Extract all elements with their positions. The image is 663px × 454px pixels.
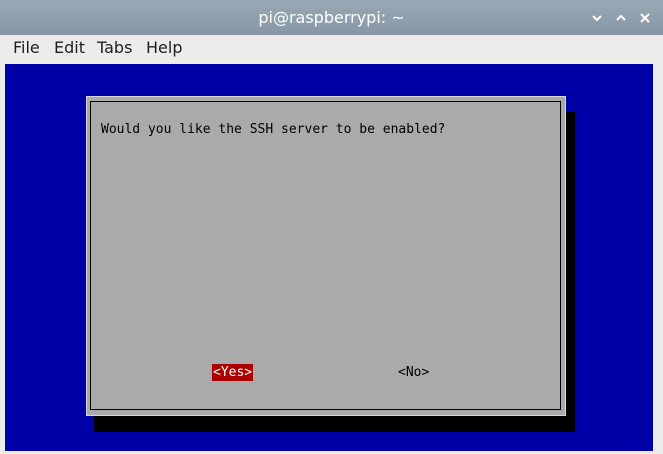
maximize-button[interactable]: [612, 9, 630, 27]
terminal-window: pi@raspberrypi: ~ File Edit Tabs Help Wo…: [0, 0, 663, 454]
menu-file[interactable]: File: [13, 35, 40, 61]
no-button[interactable]: <No>: [397, 364, 430, 381]
chevron-up-icon: [616, 14, 626, 21]
terminal-area[interactable]: Would you like the SSH server to be enab…: [5, 64, 653, 451]
menu-bar: File Edit Tabs Help: [0, 35, 663, 64]
ssh-dialog: Would you like the SSH server to be enab…: [86, 96, 566, 416]
scrollbar[interactable]: [653, 64, 663, 451]
yes-button[interactable]: <Yes>: [212, 364, 254, 381]
chevron-down-icon: [592, 15, 602, 22]
title-bar[interactable]: pi@raspberrypi: ~: [0, 0, 663, 35]
menu-tabs[interactable]: Tabs: [97, 35, 132, 61]
minimize-button[interactable]: [588, 9, 606, 27]
close-icon: [640, 13, 650, 23]
menu-help[interactable]: Help: [146, 35, 182, 61]
window-title: pi@raspberrypi: ~: [258, 8, 405, 27]
close-button[interactable]: [636, 9, 654, 27]
dialog-message: Would you like the SSH server to be enab…: [101, 122, 446, 137]
dialog-frame: [90, 101, 561, 410]
menu-edit[interactable]: Edit: [54, 35, 85, 61]
